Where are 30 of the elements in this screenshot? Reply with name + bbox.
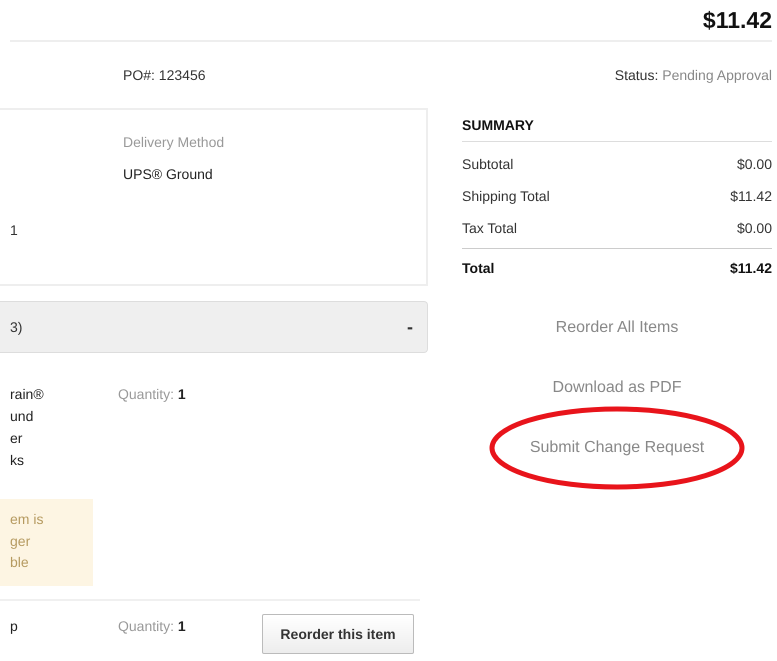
item-quantity: Quantity: 1 xyxy=(118,618,186,634)
reorder-item-button[interactable]: Reorder this item xyxy=(262,614,414,654)
summary-value: $11.42 xyxy=(730,259,772,278)
item-name: er xyxy=(10,429,24,448)
collapse-toggle[interactable]: - xyxy=(407,316,413,338)
action-link[interactable]: Download as PDF xyxy=(552,379,682,396)
summary-label: Subtotal xyxy=(462,155,514,174)
summary-value: $11.42 xyxy=(730,187,772,206)
order-status: Status: Pending Approval xyxy=(614,67,772,83)
action-link[interactable]: Submit Change Request xyxy=(530,439,704,456)
delivery-label: Delivery Method xyxy=(123,134,226,150)
unavailable-notice: em is ger ble xyxy=(0,499,93,586)
summary-label: Tax Total xyxy=(462,219,517,238)
summary-title: SUMMARY xyxy=(462,117,772,142)
summary-label: Shipping Total xyxy=(462,187,550,206)
item-name: p xyxy=(10,617,19,636)
item-name: ks xyxy=(10,451,25,470)
summary-value: $0.00 xyxy=(736,219,772,238)
item-name: rain® xyxy=(10,385,45,404)
po-number: PO#: 123456 xyxy=(123,67,206,83)
section-title: 3) xyxy=(10,319,22,335)
item-quantity: Quantity: 1 xyxy=(118,386,186,402)
delivery-value: UPS® Ground xyxy=(123,166,214,182)
summary-label: Total xyxy=(462,259,494,278)
items-section-header[interactable]: 3) - xyxy=(0,301,428,353)
summary-value: $0.00 xyxy=(736,155,772,174)
action-link[interactable]: Reorder All Items xyxy=(556,319,678,336)
shipping-text: 1 xyxy=(10,222,19,238)
order-total: $11.42 xyxy=(702,6,772,34)
item-name: und xyxy=(10,407,34,426)
